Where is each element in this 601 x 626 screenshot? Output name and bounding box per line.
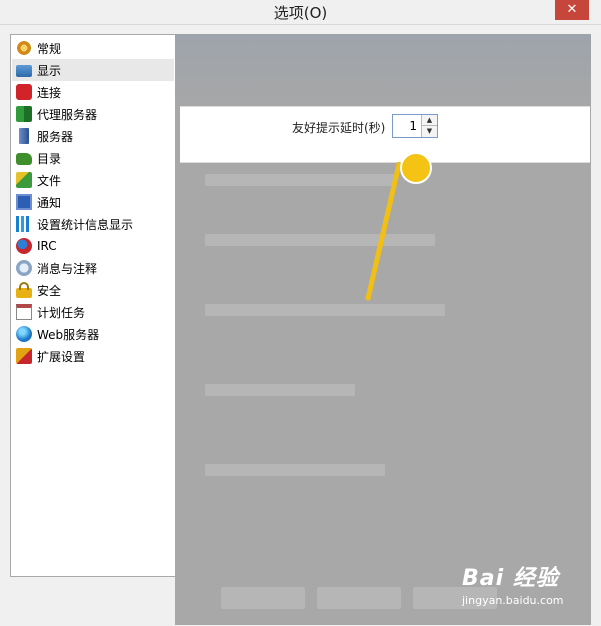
sidebar-item-statistics[interactable]: 设置统计信息显示 [12, 213, 174, 235]
spin-down-button[interactable]: ▼ [421, 126, 437, 137]
blurred-setting-row [205, 234, 435, 246]
sidebar-item-webserver[interactable]: Web服务器 [12, 323, 174, 345]
sidebar-item-label: 设置统计信息显示 [37, 217, 134, 232]
tooltip-delay-label: 友好提示延时(秒) [292, 121, 386, 135]
web-globe-icon [16, 326, 32, 342]
sidebar-item-label: 连接 [37, 85, 62, 100]
sidebar-item-connection[interactable]: 连接 [12, 81, 174, 103]
statistics-icon [16, 216, 32, 232]
blurred-setting-row [205, 384, 355, 396]
lock-icon [16, 282, 32, 298]
blurred-cancel-button [317, 587, 401, 609]
sidebar-item-label: 通知 [37, 195, 62, 210]
irc-icon [16, 238, 32, 254]
sidebar-item-proxy[interactable]: 代理服务器 [12, 103, 174, 125]
file-icon [16, 172, 32, 188]
watermark-url: jingyan.baidu.com [462, 594, 564, 607]
sidebar-item-general[interactable]: 常规 [12, 37, 174, 59]
close-button[interactable]: ✕ [555, 0, 589, 20]
annotation-pointer-dot [400, 152, 432, 184]
window-title: 选项(O) [273, 4, 328, 22]
folder-icon [16, 153, 32, 165]
sidebar-item-label: 安全 [37, 283, 62, 298]
sidebar-item-label: 代理服务器 [37, 107, 98, 122]
tooltip-delay-value[interactable]: 1 [409, 119, 417, 133]
plug-icon [16, 84, 32, 100]
sidebar-item-label: 计划任务 [37, 305, 86, 320]
sidebar-item-label: 显示 [37, 63, 62, 78]
gear-icon [16, 40, 32, 56]
sidebar-item-label: Web服务器 [37, 327, 100, 342]
blurred-ok-button [221, 587, 305, 609]
blurred-setting-row [205, 174, 395, 186]
notification-icon [16, 194, 32, 210]
sidebar-item-label: 文件 [37, 173, 62, 188]
sidebar-item-display[interactable]: 显示 [12, 59, 174, 81]
message-icon [16, 260, 32, 276]
sidebar-item-label: 消息与注释 [37, 261, 98, 276]
sidebar-item-label: 扩展设置 [37, 349, 86, 364]
options-category-list: 常规 显示 连接 代理服务器 服务器 目录 文件 通知 设置统计信息显示 IRC… [10, 34, 176, 577]
sidebar-item-directories[interactable]: 目录 [12, 147, 174, 169]
blurred-setting-row [205, 464, 385, 476]
blurred-setting-row [205, 304, 445, 316]
sidebar-item-security[interactable]: 安全 [12, 279, 174, 301]
sidebar-item-label: 常规 [37, 41, 62, 56]
baidu-jingyan-watermark: Bai 经验 jingyan.baidu.com [462, 560, 564, 607]
sidebar-item-server[interactable]: 服务器 [12, 125, 174, 147]
spin-up-button[interactable]: ▲ [421, 115, 437, 126]
title-bar: 选项(O) ✕ [0, 0, 601, 25]
sidebar-item-files[interactable]: 文件 [12, 169, 174, 191]
proxy-icon [16, 106, 32, 122]
sidebar-item-extended[interactable]: 扩展设置 [12, 345, 174, 367]
tooltip-delay-stepper[interactable]: 1 ▲ ▼ [392, 114, 438, 138]
sidebar-item-irc[interactable]: IRC [12, 235, 174, 257]
sidebar-item-messages[interactable]: 消息与注释 [12, 257, 174, 279]
sidebar-item-label: IRC [37, 239, 57, 253]
sidebar-item-label: 目录 [37, 151, 62, 166]
server-icon [19, 128, 29, 144]
calendar-icon [16, 304, 32, 320]
tooltip-delay-row: 友好提示延时(秒) 1 ▲ ▼ [180, 106, 590, 163]
monitor-icon [16, 65, 32, 77]
sidebar-item-notifications[interactable]: 通知 [12, 191, 174, 213]
watermark-logo: Bai 经验 [462, 566, 559, 591]
extension-icon [16, 348, 32, 364]
blurred-header-region [175, 34, 591, 106]
sidebar-item-label: 服务器 [37, 129, 74, 144]
sidebar-item-scheduler[interactable]: 计划任务 [12, 301, 174, 323]
